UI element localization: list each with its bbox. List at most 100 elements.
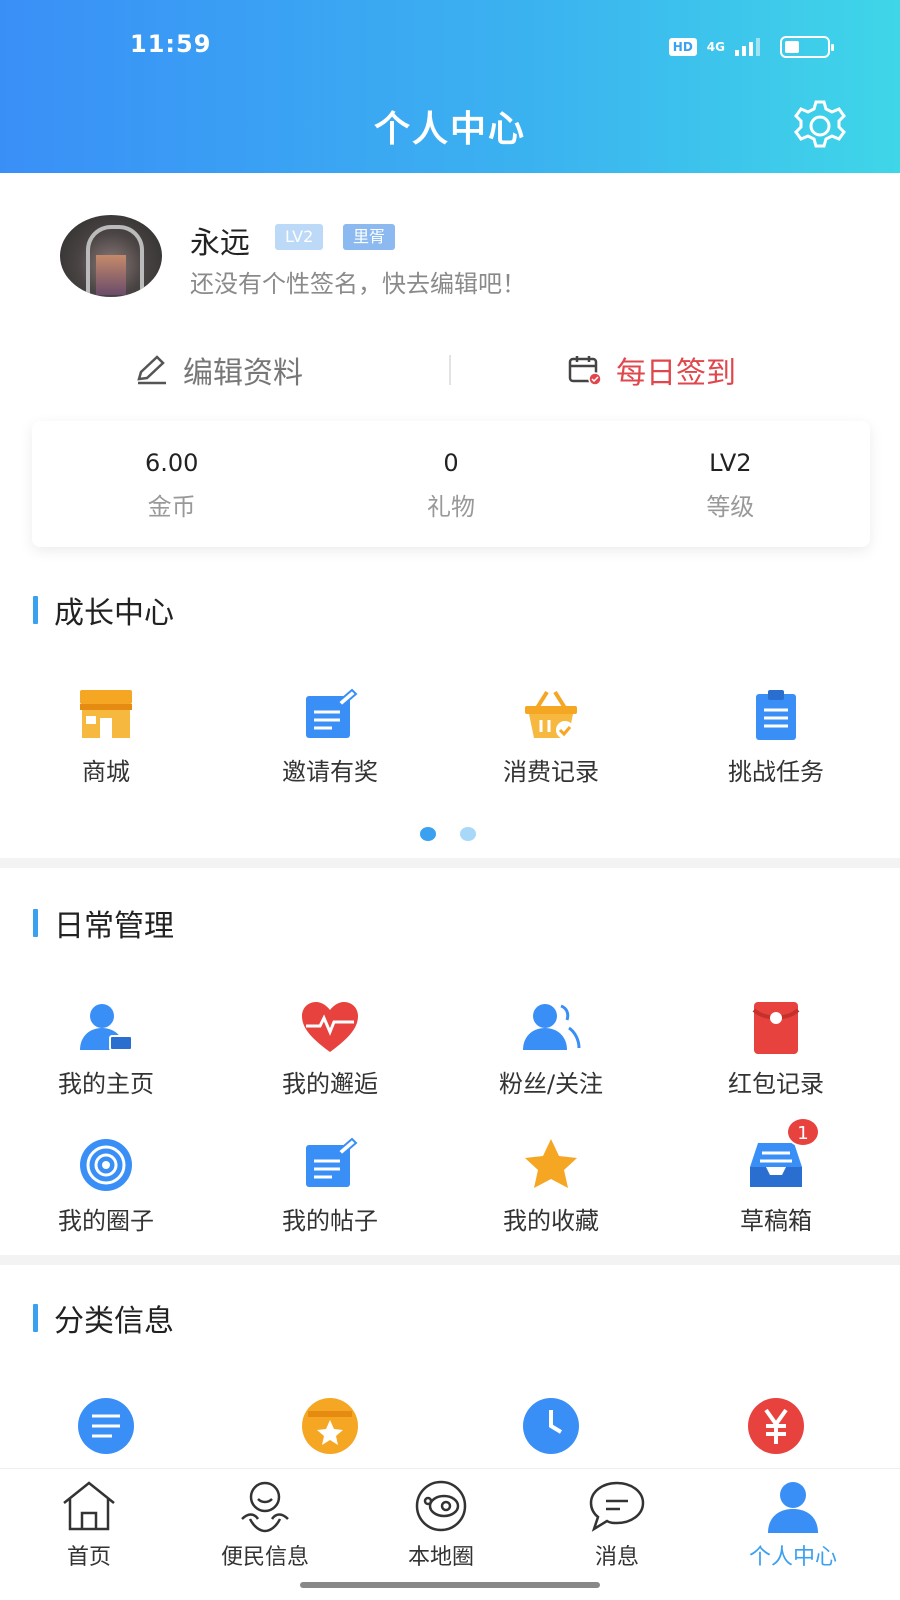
grid-item-label: 挑战任务 xyxy=(728,758,824,786)
signal-icon xyxy=(735,38,760,56)
tab-label: 便民信息 xyxy=(220,1545,309,1570)
grid-item-shop[interactable]: 商城 xyxy=(6,686,206,787)
grid-item-spending[interactable]: 消费记录 xyxy=(451,686,651,787)
edit-profile-label: 编辑资料 xyxy=(183,356,303,391)
yuan-icon xyxy=(746,1396,806,1456)
grid-item-my-home[interactable]: 我的主页 xyxy=(6,998,206,1099)
list-icon xyxy=(76,1396,136,1456)
tab-label: 本地圈 xyxy=(407,1545,474,1570)
grid-item-encounter[interactable]: 我的邂逅 xyxy=(230,998,430,1099)
bottom-tab-bar: 首页 便民信息 本地圈 消息 个人中心 xyxy=(0,1468,900,1600)
hd-icon: HD xyxy=(668,38,697,56)
shop-icon xyxy=(76,686,136,746)
stat-label: 等级 xyxy=(706,493,755,521)
title-badge: 里胥 xyxy=(343,224,396,250)
grid-item-favorites[interactable]: 我的收藏 xyxy=(451,1135,651,1236)
drafts-count-badge: 1 xyxy=(786,1117,820,1147)
edit-profile-button[interactable]: 编辑资料 xyxy=(135,345,303,395)
grid-item-fans[interactable]: 粉丝/关注 xyxy=(451,998,651,1099)
stat-value: 6.00 xyxy=(144,449,199,477)
section-accent-bar xyxy=(33,909,38,937)
grid-item-classified-star[interactable] xyxy=(230,1396,430,1456)
daily-checkin-button[interactable]: 每日签到 xyxy=(568,345,736,395)
calendar-check-icon xyxy=(568,356,602,386)
profile-icon xyxy=(768,1482,818,1533)
grid-item-label: 红包记录 xyxy=(728,1070,824,1098)
signature-text[interactable]: 还没有个性签名，快去编辑吧！ xyxy=(190,264,526,299)
tab-local-circle[interactable]: 本地圈 xyxy=(366,1479,516,1571)
message-icon xyxy=(589,1481,645,1532)
section-accent-bar xyxy=(33,1304,38,1332)
grid-item-classified-clock[interactable] xyxy=(451,1396,651,1456)
grid-item-label: 我的圈子 xyxy=(58,1207,154,1235)
stat-gifts[interactable]: 0 礼物 xyxy=(311,421,590,547)
pencil-icon xyxy=(137,355,166,385)
grid-item-invite[interactable]: 邀请有奖 xyxy=(230,686,430,787)
planet-icon xyxy=(415,1480,467,1532)
star-icon xyxy=(521,1135,581,1195)
circles-icon xyxy=(76,1135,136,1195)
grid-item-label: 消费记录 xyxy=(503,758,599,786)
section-divider xyxy=(0,858,900,868)
gear-icon xyxy=(794,100,846,148)
daily-checkin-label: 每日签到 xyxy=(616,356,736,391)
grid-item-label: 我的帖子 xyxy=(282,1207,378,1235)
heart-pulse-icon xyxy=(300,998,360,1058)
avatar[interactable] xyxy=(60,215,162,297)
username: 永远 xyxy=(190,226,250,261)
tab-service[interactable]: 便民信息 xyxy=(190,1479,340,1571)
home-indicator[interactable] xyxy=(300,1582,600,1588)
invite-icon xyxy=(300,686,360,746)
grid-item-label: 邀请有奖 xyxy=(282,758,378,786)
carousel-dot-active[interactable] xyxy=(420,827,436,841)
stat-label: 礼物 xyxy=(426,493,475,521)
tab-messages[interactable]: 消息 xyxy=(542,1479,692,1571)
grid-item-classified-money[interactable] xyxy=(676,1396,876,1456)
tab-profile[interactable]: 个人中心 xyxy=(718,1479,868,1571)
clock-icon xyxy=(521,1396,581,1456)
level-badge: LV2 xyxy=(275,224,324,250)
grid-item-my-circles[interactable]: 我的圈子 xyxy=(6,1135,206,1236)
clipboard-icon xyxy=(746,686,806,746)
growth-section-title: 成长中心 xyxy=(33,592,174,631)
basket-icon xyxy=(521,686,581,746)
section-accent-bar xyxy=(33,596,38,624)
grid-item-label: 我的主页 xyxy=(58,1070,154,1098)
status-time: 11:59 xyxy=(130,30,212,58)
tab-home[interactable]: 首页 xyxy=(14,1479,164,1571)
stat-value: LV2 xyxy=(709,449,752,477)
settings-button[interactable] xyxy=(788,98,852,154)
status-icons: HD 4G xyxy=(668,36,834,58)
stat-label: 金币 xyxy=(147,493,196,521)
post-icon xyxy=(300,1135,360,1195)
battery-icon xyxy=(780,36,834,58)
daily-section-title: 日常管理 xyxy=(33,905,174,944)
page-title: 个人中心 xyxy=(373,109,526,150)
grid-item-label: 粉丝/关注 xyxy=(498,1070,604,1098)
stat-level[interactable]: LV2 等级 xyxy=(591,421,870,547)
tab-label: 消息 xyxy=(594,1545,639,1570)
grid-item-my-posts[interactable]: 我的帖子 xyxy=(230,1135,430,1236)
classified-section-title: 分类信息 xyxy=(33,1300,174,1339)
users-icon xyxy=(521,998,581,1058)
carousel-dot[interactable] xyxy=(460,827,476,841)
drafts-icon: 1 xyxy=(746,1117,820,1195)
home-icon xyxy=(63,1481,115,1531)
action-divider xyxy=(449,355,451,385)
section-divider xyxy=(0,1255,900,1265)
section-title-text: 成长中心 xyxy=(54,596,174,631)
carousel-dots xyxy=(420,827,476,841)
grid-item-challenge[interactable]: 挑战任务 xyxy=(676,686,876,787)
grid-item-drafts[interactable]: 1 草稿箱 xyxy=(676,1117,876,1236)
service-icon xyxy=(241,1481,289,1533)
grid-item-classified-list[interactable] xyxy=(6,1396,206,1456)
grid-item-label: 草稿箱 xyxy=(740,1207,812,1235)
red-envelope-icon xyxy=(746,998,806,1058)
grid-item-red-envelope[interactable]: 红包记录 xyxy=(676,998,876,1099)
stat-value: 0 xyxy=(443,449,459,477)
user-card-icon xyxy=(76,998,136,1058)
grid-item-label: 我的收藏 xyxy=(503,1207,599,1235)
grid-item-label: 我的邂逅 xyxy=(282,1070,378,1098)
stat-coins[interactable]: 6.00 金币 xyxy=(32,421,311,547)
tab-label: 个人中心 xyxy=(748,1545,837,1570)
